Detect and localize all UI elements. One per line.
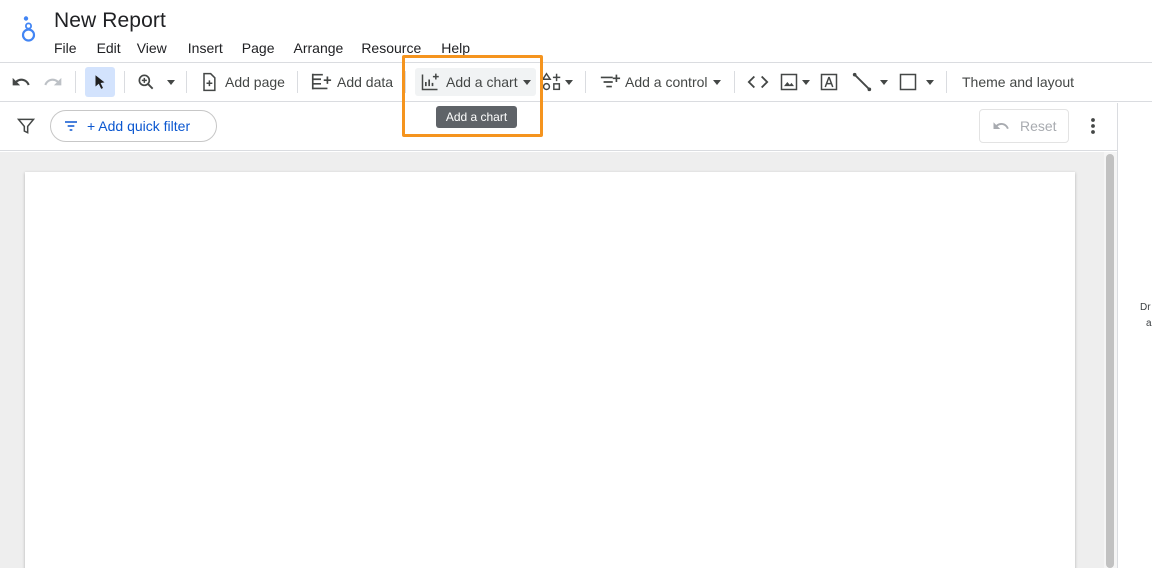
toolbar-separator [75,71,76,93]
line-button[interactable] [851,62,888,102]
image-icon [780,73,798,91]
add-quick-filter-label: + Add quick filter [87,118,191,134]
add-page-icon [203,72,216,92]
right-panel-text-line: a [1146,318,1152,329]
zoom-button[interactable] [136,62,175,102]
add-component-button[interactable] [541,62,573,102]
chevron-down-icon [167,79,175,85]
add-component-icon [541,72,561,91]
undo-button[interactable] [11,62,31,102]
looker-studio-logo-icon [21,16,36,42]
toolbar-separator [946,71,947,93]
toolbar-separator [734,71,735,93]
embed-url-button[interactable] [747,62,769,102]
text-box-icon [820,73,838,91]
menu-page[interactable]: Page [242,40,275,58]
reset-undo-icon [993,122,1009,129]
redo-icon [44,77,62,86]
chevron-down-icon [565,79,573,85]
menu-arrange[interactable]: Arrange [294,40,344,58]
redo-button[interactable] [43,62,63,102]
add-page-label: Add page [225,74,285,90]
toolbar-separator [297,71,298,93]
code-brackets-icon [747,75,769,89]
add-control-button[interactable]: Add a control [599,62,721,102]
menu-insert[interactable]: Insert [188,40,223,58]
reset-label: Reset [1020,118,1057,134]
add-page-button[interactable]: Add page [199,62,285,102]
report-title[interactable]: New Report [54,9,166,33]
chevron-down-icon [712,79,721,85]
rectangle-icon [899,73,917,91]
report-page[interactable] [25,172,1075,568]
theme-layout-label: Theme and layout [962,74,1075,90]
add-quick-filter-button[interactable]: + Add quick filter [50,110,217,142]
add-control-icon [600,74,621,88]
line-icon [852,72,872,92]
add-control-label: Add a control [625,74,708,90]
toolbar-separator [585,71,586,93]
right-panel-divider [1117,103,1118,568]
chevron-down-icon [926,79,934,85]
chevron-down-icon [880,79,888,85]
menu-edit[interactable]: Edit [97,40,121,58]
add-data-icon [311,73,332,90]
filter-funnel-icon[interactable] [16,116,36,136]
text-box-button[interactable] [819,62,839,102]
more-vert-icon[interactable] [1084,116,1102,136]
image-button[interactable] [779,62,810,102]
select-tool-button[interactable] [91,62,109,102]
menu-view[interactable]: View [137,40,167,58]
add-data-label: Add data [337,74,394,90]
menu-file[interactable]: File [54,40,77,58]
scrollbar-thumb[interactable] [1106,154,1114,568]
undo-icon [12,77,30,86]
chevron-down-icon [802,79,810,85]
theme-layout-button[interactable]: Theme and layout [962,62,1074,102]
cursor-arrow-icon [95,75,105,89]
add-data-button[interactable]: Add data [310,62,393,102]
reset-button[interactable]: Reset [979,109,1069,143]
toolbar-separator [186,71,187,93]
filter-list-icon [65,121,77,131]
zoom-in-icon [138,74,154,90]
right-panel-text-line: Dr [1140,302,1151,313]
toolbar-separator [124,71,125,93]
right-panel-text: Dr a [1140,300,1152,332]
shape-button[interactable] [898,62,934,102]
